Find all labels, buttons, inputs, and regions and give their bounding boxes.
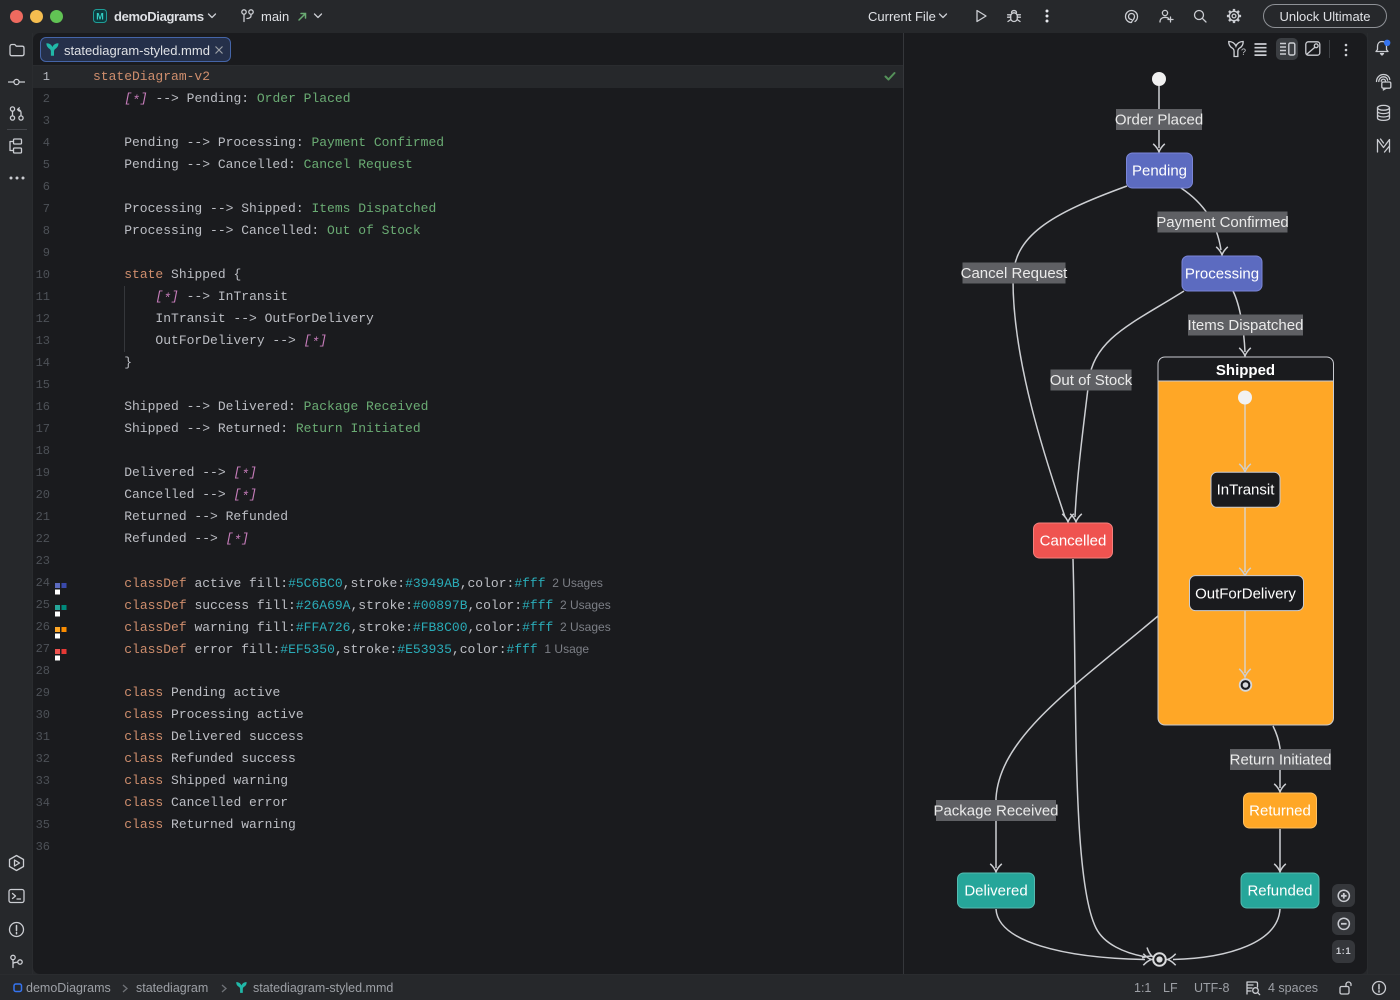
svg-text:Processing: Processing [1185, 266, 1259, 283]
svg-text:Out of Stock: Out of Stock [1050, 372, 1133, 389]
svg-text:Refunded: Refunded [1247, 883, 1312, 900]
svg-text:Shipped: Shipped [1216, 362, 1275, 379]
svg-text:Pending: Pending [1132, 163, 1187, 180]
svg-text:Package Received: Package Received [933, 803, 1058, 820]
svg-text:OutForDelivery: OutForDelivery [1195, 586, 1296, 603]
svg-text:Return Initiated: Return Initiated [1230, 752, 1332, 769]
svg-text:M: M [96, 12, 104, 22]
svg-text:Payment Confirmed: Payment Confirmed [1156, 214, 1289, 231]
svg-text:Returned: Returned [1249, 803, 1311, 820]
svg-text:Cancelled: Cancelled [1040, 533, 1107, 550]
svg-text:InTransit: InTransit [1217, 482, 1276, 499]
svg-text:Items Dispatched: Items Dispatched [1188, 317, 1304, 334]
svg-text:Order Placed: Order Placed [1115, 112, 1203, 129]
svg-text:Cancel Request: Cancel Request [961, 265, 1069, 282]
svg-text:Delivered: Delivered [964, 883, 1027, 900]
